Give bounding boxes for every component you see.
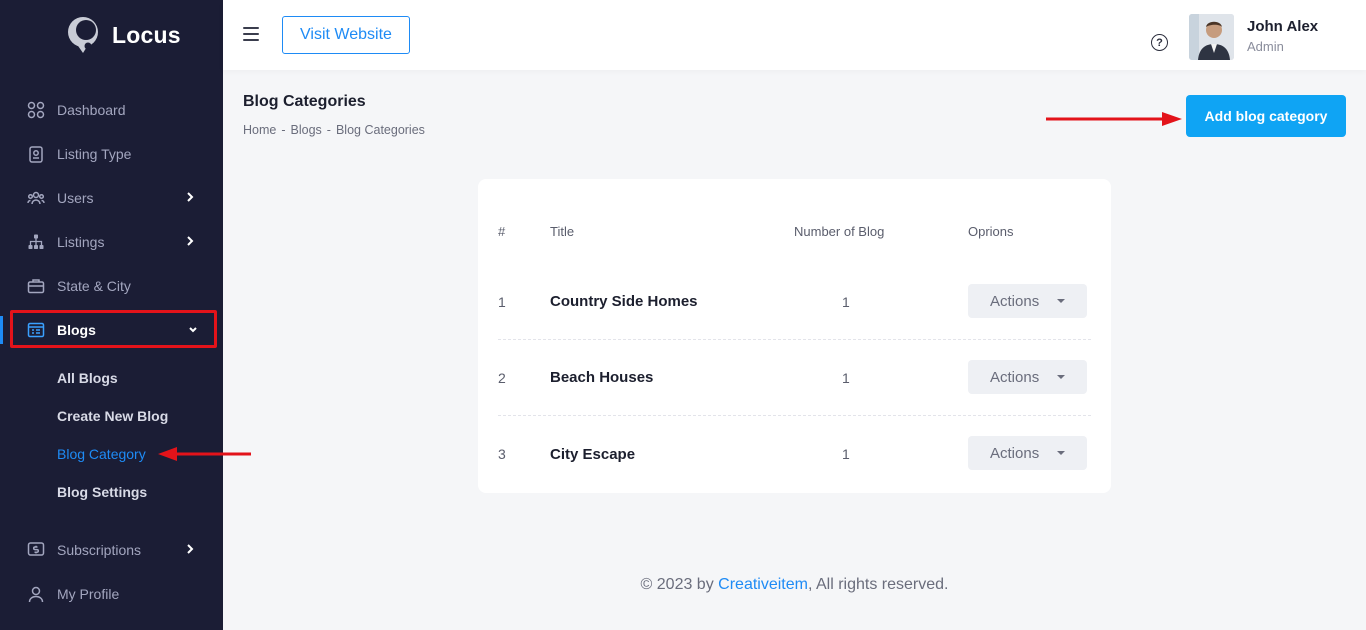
top-header: Visit Website ? John Alex Admin xyxy=(223,0,1366,70)
listings-icon xyxy=(27,233,45,251)
sidebar-item-label: Users xyxy=(57,190,94,206)
actions-label: Actions xyxy=(990,292,1040,310)
table-row: 1 Country Side Homes 1 Actions xyxy=(498,264,1091,340)
sidebar-item-label: Listing Type xyxy=(57,146,132,162)
sidebar-item-blogs[interactable]: Blogs xyxy=(0,308,223,352)
table-row: 3 City Escape 1 Actions xyxy=(498,416,1091,492)
user-photo-icon xyxy=(1189,14,1234,60)
chevron-right-icon xyxy=(187,236,194,246)
hamburger-menu-icon[interactable] xyxy=(243,27,259,41)
listing-type-icon xyxy=(27,145,45,163)
briefcase-icon xyxy=(27,277,45,295)
caret-down-icon xyxy=(1057,299,1065,303)
row-number: 2 xyxy=(498,369,506,386)
sidebar-item-label: State & City xyxy=(57,278,131,294)
page-title: Blog Categories xyxy=(243,93,366,110)
chevron-right-icon xyxy=(187,192,194,202)
footer-copyright: © 2023 by xyxy=(640,576,719,593)
visit-website-button[interactable]: Visit Website xyxy=(282,16,410,54)
row-number: 3 xyxy=(498,446,506,462)
sidebar-subitem-blog-settings[interactable]: Blog Settings xyxy=(57,484,147,500)
sidebar-item-subscriptions[interactable]: Subscriptions xyxy=(0,528,223,572)
users-icon xyxy=(27,189,45,207)
sidebar-item-listing-type[interactable]: Listing Type xyxy=(0,132,223,176)
user-name: John Alex xyxy=(1247,18,1319,35)
sidebar-item-listings[interactable]: Listings xyxy=(0,220,223,264)
row-title: Country Side Homes xyxy=(550,293,698,310)
dashboard-icon xyxy=(27,101,45,119)
table-row: 2 Beach Houses 1 Actions xyxy=(498,340,1091,416)
sidebar-item-label: Blogs xyxy=(57,322,96,338)
breadcrumb: Home - Blogs - Blog Categories xyxy=(243,123,425,137)
arrow-left-annotation-icon xyxy=(158,447,251,461)
actions-label: Actions xyxy=(990,444,1040,462)
actions-label: Actions xyxy=(990,368,1040,386)
actions-dropdown-button[interactable]: Actions xyxy=(968,360,1087,394)
breadcrumb-separator: - xyxy=(281,123,286,137)
brand-name: Locus xyxy=(112,21,181,48)
sidebar-subitem-blog-category[interactable]: Blog Category xyxy=(57,446,146,462)
blog-categories-table: # Title Number of Blog Oprions 1 Country… xyxy=(478,179,1111,493)
row-blog-count: 1 xyxy=(842,293,850,310)
sidebar: Locus Dashboard Listing Type Users Listi… xyxy=(0,0,223,630)
row-blog-count: 1 xyxy=(842,369,850,386)
breadcrumb-separator: - xyxy=(326,123,331,137)
help-icon[interactable]: ? xyxy=(1151,34,1168,51)
user-role: Admin xyxy=(1247,39,1284,54)
row-number: 1 xyxy=(498,293,506,310)
footer-rights: , All rights reserved. xyxy=(807,576,949,593)
profile-icon xyxy=(27,585,45,603)
actions-dropdown-button[interactable]: Actions xyxy=(968,284,1087,318)
locus-logo-icon xyxy=(68,17,98,53)
column-header-number: # xyxy=(498,224,506,239)
chevron-down-icon xyxy=(189,327,197,333)
sidebar-item-my-profile[interactable]: My Profile xyxy=(0,572,223,616)
sidebar-item-label: Listings xyxy=(57,234,105,250)
breadcrumb-home[interactable]: Home xyxy=(243,123,276,137)
column-header-blog-count: Number of Blog xyxy=(794,224,885,239)
subscriptions-icon xyxy=(27,541,45,559)
sidebar-item-label: Subscriptions xyxy=(57,542,142,558)
arrow-right-annotation-icon xyxy=(1046,112,1182,126)
footer: © 2023 by Creativeitem, All rights reser… xyxy=(223,576,1366,594)
column-header-options: Oprions xyxy=(968,224,1014,239)
brand-logo[interactable]: Locus xyxy=(66,14,181,56)
caret-down-icon xyxy=(1057,375,1065,379)
chevron-right-icon xyxy=(187,544,194,554)
avatar[interactable] xyxy=(1189,14,1234,60)
add-blog-category-button[interactable]: Add blog category xyxy=(1186,95,1346,137)
breadcrumb-current: Blog Categories xyxy=(335,123,425,137)
blogs-icon xyxy=(27,321,45,339)
sidebar-item-dashboard[interactable]: Dashboard xyxy=(0,88,223,132)
breadcrumb-blogs[interactable]: Blogs xyxy=(291,123,322,137)
sidebar-item-users[interactable]: Users xyxy=(0,176,223,220)
sidebar-subitem-create-new-blog[interactable]: Create New Blog xyxy=(57,408,168,424)
actions-dropdown-button[interactable]: Actions xyxy=(968,436,1087,470)
caret-down-icon xyxy=(1057,451,1065,455)
sidebar-item-label: My Profile xyxy=(57,586,120,602)
row-title: Beach Houses xyxy=(550,369,654,386)
footer-link-creativeitem[interactable]: Creativeitem xyxy=(718,576,808,593)
column-header-title: Title xyxy=(550,224,575,239)
sidebar-subitem-all-blogs[interactable]: All Blogs xyxy=(57,370,118,386)
row-title: City Escape xyxy=(550,445,636,463)
row-blog-count: 1 xyxy=(842,446,850,462)
sidebar-item-label: Dashboard xyxy=(57,102,126,118)
sidebar-item-state-city[interactable]: State & City xyxy=(0,264,223,308)
